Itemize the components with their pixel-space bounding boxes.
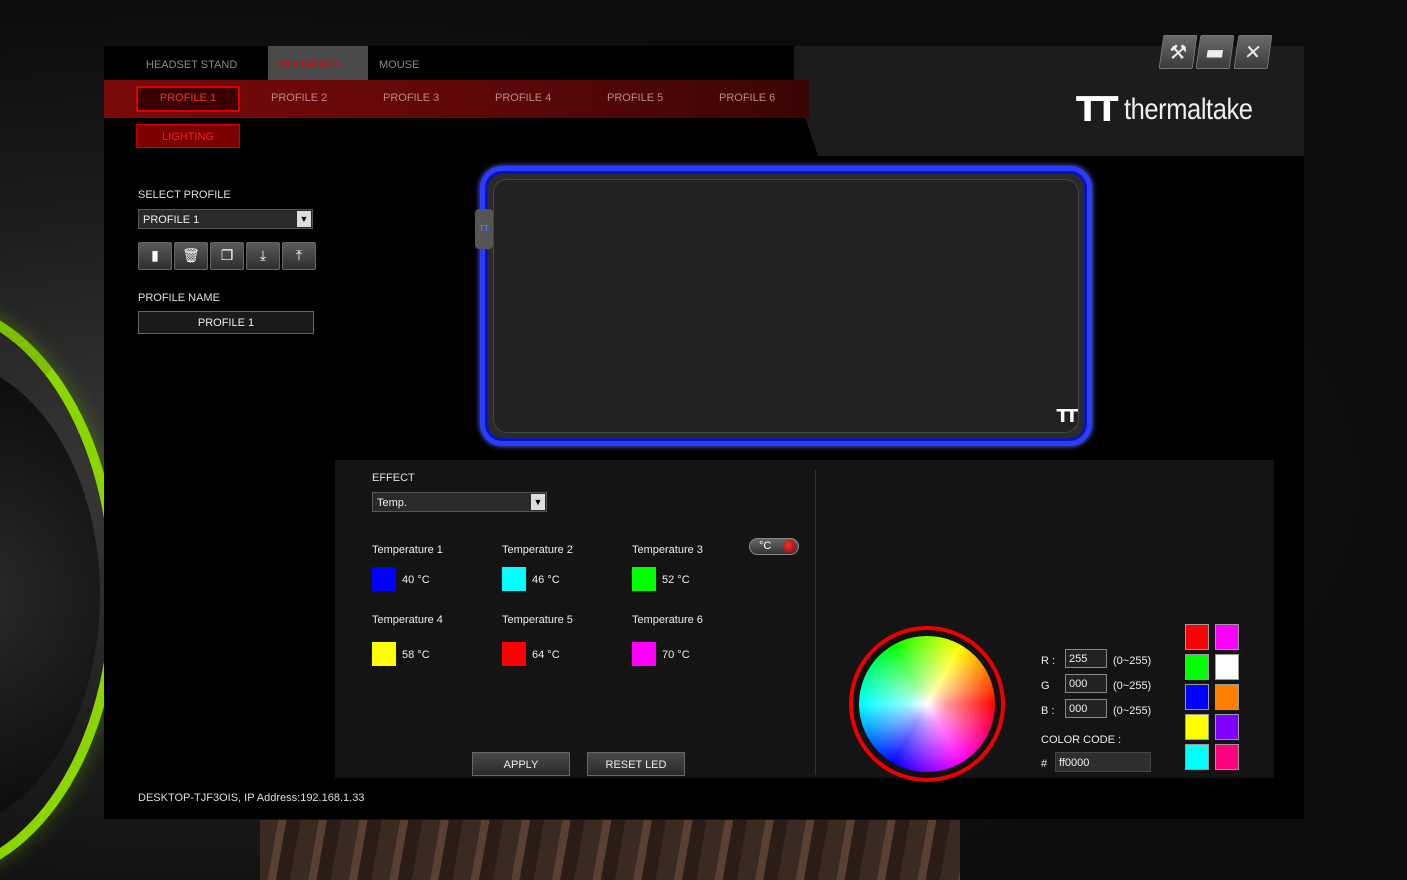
r-range: (0~255) [1113, 655, 1152, 667]
unit-label: °C [759, 540, 772, 552]
close-icon: ✕ [1242, 40, 1264, 64]
preset-color-orange[interactable] [1215, 684, 1239, 710]
temperature-2-label: Temperature 2 [502, 544, 573, 556]
temperature-3-color[interactable] [632, 567, 656, 591]
delete-profile-button[interactable]: 🗑 [174, 242, 208, 270]
gpu-fan-ring [0, 300, 120, 880]
toggle-knob [783, 540, 796, 553]
profile-name-label: PROFILE NAME [138, 292, 220, 304]
tab-profile-1[interactable]: PROFILE 1 [136, 86, 240, 112]
brand-wordmark: thermaltake [1124, 93, 1253, 126]
tt-logo-icon: ТТ [1056, 406, 1077, 427]
temperature-4-color[interactable] [372, 642, 396, 666]
temperature-1-color[interactable] [372, 567, 396, 591]
temperature-4-value: 58 °C [402, 649, 430, 661]
color-code-input[interactable]: ff0000 [1055, 752, 1151, 772]
export-profile-button[interactable]: ⤒ [282, 242, 316, 270]
app-window: HEADSET STAND MOUSEPAD MOUSE ⚒ ▬ ✕ PROFI… [104, 35, 1304, 819]
temperature-4-label: Temperature 4 [372, 614, 443, 626]
settings-icon: ⚒ [1167, 40, 1189, 64]
preset-color-white[interactable] [1215, 654, 1239, 680]
tab-profile-6[interactable]: PROFILE 6 [719, 86, 775, 108]
preset-color-pink[interactable] [1215, 744, 1239, 770]
mousepad-preview: TT ТТ [475, 166, 1092, 446]
temperature-2-color[interactable] [502, 567, 526, 591]
select-profile-dropdown[interactable]: PROFILE 1 ▼ [138, 209, 313, 229]
preset-color-cyan[interactable] [1185, 744, 1209, 770]
color-code-label: COLOR CODE : [1041, 734, 1122, 746]
temperature-6-color[interactable] [632, 642, 656, 666]
g-range: (0~255) [1113, 680, 1152, 692]
effect-label: EFFECT [372, 472, 415, 484]
copy-icon: ❐ [220, 248, 234, 264]
tab-profile-4[interactable]: PROFILE 4 [495, 86, 551, 108]
color-wheel[interactable] [859, 636, 995, 772]
r-input[interactable]: 255 [1065, 649, 1107, 668]
temperature-6-value: 70 °C [662, 649, 690, 661]
tab-profile-2[interactable]: PROFILE 2 [271, 86, 327, 108]
preset-color-red[interactable] [1185, 624, 1209, 650]
delete-icon: 🗑 [182, 248, 200, 264]
status-bar: DESKTOP-TJF3OIS, IP Address:192.168.1.33 [138, 792, 365, 804]
effect-dropdown[interactable]: Temp. ▼ [372, 492, 547, 512]
select-profile-value: PROFILE 1 [143, 214, 200, 226]
preset-color-purple[interactable] [1215, 714, 1239, 740]
temperature-5-value: 64 °C [532, 649, 560, 661]
color-wheel-frame [849, 626, 1005, 782]
temperature-5-color[interactable] [502, 642, 526, 666]
temperature-6-label: Temperature 6 [632, 614, 703, 626]
close-button[interactable]: ✕ [1233, 35, 1273, 69]
tab-profile-5[interactable]: PROFILE 5 [607, 86, 663, 108]
mousepad-surface [493, 179, 1079, 433]
temperature-2-value: 46 °C [532, 574, 560, 586]
tab-mousepad[interactable]: MOUSEPAD [268, 46, 368, 80]
lighting-button[interactable]: LIGHTING [136, 124, 240, 148]
brand-logo: ТТ thermaltake [1076, 90, 1276, 130]
g-label: G [1041, 680, 1050, 692]
profile-name-input[interactable]: PROFILE 1 [138, 311, 314, 334]
chevron-down-icon: ▼ [531, 494, 545, 510]
panel-divider [815, 470, 816, 775]
temperature-3-label: Temperature 3 [632, 544, 703, 556]
import-icon: ⤓ [259, 248, 267, 264]
chevron-down-icon: ▼ [297, 211, 311, 227]
import-profile-button[interactable]: ⤓ [246, 242, 280, 270]
b-label: B : [1041, 705, 1055, 717]
temperature-1-value: 40 °C [402, 574, 430, 586]
temperature-3-value: 52 °C [662, 574, 690, 586]
settings-button[interactable]: ⚒ [1158, 35, 1198, 69]
save-icon: ▮ [151, 248, 159, 264]
tab-profile-3[interactable]: PROFILE 3 [383, 86, 439, 108]
temperature-1-label: Temperature 1 [372, 544, 443, 556]
preset-color-magenta[interactable] [1215, 624, 1239, 650]
tt-logo-icon: ТТ [1076, 90, 1118, 130]
export-icon: ⤒ [295, 248, 303, 264]
g-input[interactable]: 000 [1065, 674, 1107, 693]
minimize-button[interactable]: ▬ [1195, 35, 1235, 69]
r-label: R : [1041, 655, 1056, 667]
effect-value: Temp. [377, 497, 407, 509]
reset-led-button[interactable]: RESET LED [587, 752, 685, 776]
heatsink-image [260, 820, 960, 880]
temperature-5-label: Temperature 5 [502, 614, 573, 626]
apply-button[interactable]: APPLY [472, 752, 570, 776]
b-input[interactable]: 000 [1065, 699, 1107, 718]
preset-color-green[interactable] [1185, 654, 1209, 680]
tab-mouse[interactable]: MOUSE [379, 46, 419, 80]
preset-color-yellow[interactable] [1185, 714, 1209, 740]
tab-headset-stand[interactable]: HEADSET STAND [146, 46, 237, 80]
effect-panel: EFFECT Temp. ▼ °C Temperature 1 40 °C Te… [335, 460, 1274, 782]
minimize-icon: ▬ [1203, 40, 1227, 64]
mousepad-connector-icon: TT [475, 209, 493, 249]
select-profile-label: SELECT PROFILE [138, 189, 231, 201]
unit-toggle[interactable]: °C [749, 538, 799, 555]
color-code-hash: # [1041, 758, 1048, 770]
copy-profile-button[interactable]: ❐ [210, 242, 244, 270]
preset-color-blue[interactable] [1185, 684, 1209, 710]
b-range: (0~255) [1113, 705, 1152, 717]
save-profile-button[interactable]: ▮ [138, 242, 172, 270]
